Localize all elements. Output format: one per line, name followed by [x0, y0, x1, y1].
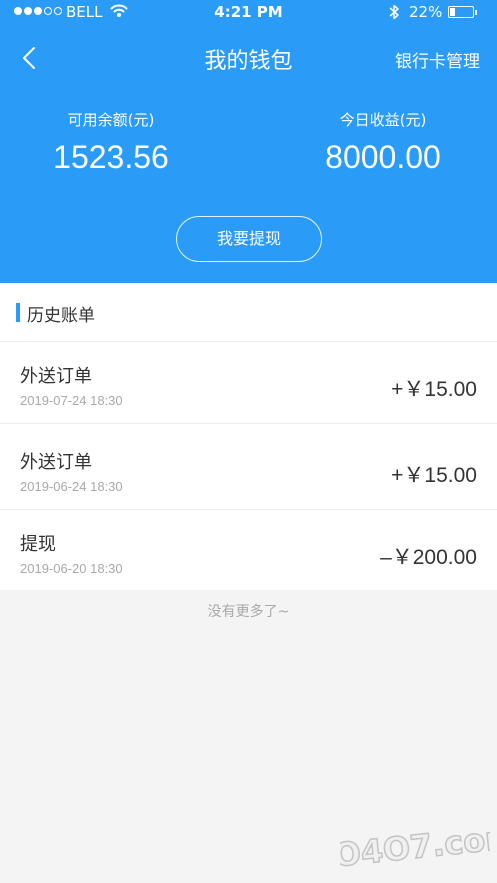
- history-section: 历史账单 外送订单 2019-07-24 18:30 +￥15.00 外送订单 …: [0, 283, 497, 590]
- list-item[interactable]: 提现 2019-06-20 18:30 –￥200.00: [0, 510, 497, 590]
- available-balance-label: 可用余额(元): [67, 111, 155, 129]
- no-more-text: 没有更多了~: [207, 604, 290, 620]
- available-balance-value: 1523.56: [53, 139, 169, 175]
- today-earnings-value: 8000.00: [325, 139, 441, 175]
- status-bar: BELL 4:21 PM 22%: [0, 0, 497, 26]
- watermark-text: 4O4O7.com: [340, 818, 490, 876]
- wallet-header: BELL 4:21 PM 22% 我的钱包 银行卡管理 可用余额(元) 1523…: [0, 0, 497, 283]
- battery-level: [450, 8, 455, 16]
- withdraw-button[interactable]: 我要提现: [176, 216, 322, 262]
- list-item[interactable]: 外送订单 2019-06-24 18:30 +￥15.00: [0, 428, 497, 510]
- battery-icon: [448, 6, 474, 18]
- today-earnings-label: 今日收益(元): [339, 111, 427, 129]
- item-amount: +￥15.00: [391, 464, 477, 487]
- battery-tip: [475, 10, 477, 15]
- bank-card-manage-link[interactable]: 银行卡管理: [395, 47, 480, 72]
- battery-percent: 22%: [409, 3, 443, 21]
- history-header: 历史账单: [0, 283, 497, 342]
- item-title: 外送订单: [20, 366, 92, 387]
- section-accent-bar: [16, 303, 20, 322]
- item-time: 2019-06-20 18:30: [20, 561, 123, 576]
- item-title: 提现: [20, 534, 56, 555]
- item-time: 2019-06-24 18:30: [20, 479, 123, 494]
- item-amount: +￥15.00: [391, 378, 477, 401]
- item-time: 2019-07-24 18:30: [20, 393, 123, 408]
- section-title: 历史账单: [27, 306, 95, 326]
- bluetooth-icon: [389, 4, 399, 20]
- item-title: 外送订单: [20, 452, 92, 473]
- watermark-logo: 4O4O7.com: [340, 818, 490, 876]
- item-amount: –￥200.00: [380, 546, 477, 569]
- list-item[interactable]: 外送订单 2019-07-24 18:30 +￥15.00: [0, 342, 497, 424]
